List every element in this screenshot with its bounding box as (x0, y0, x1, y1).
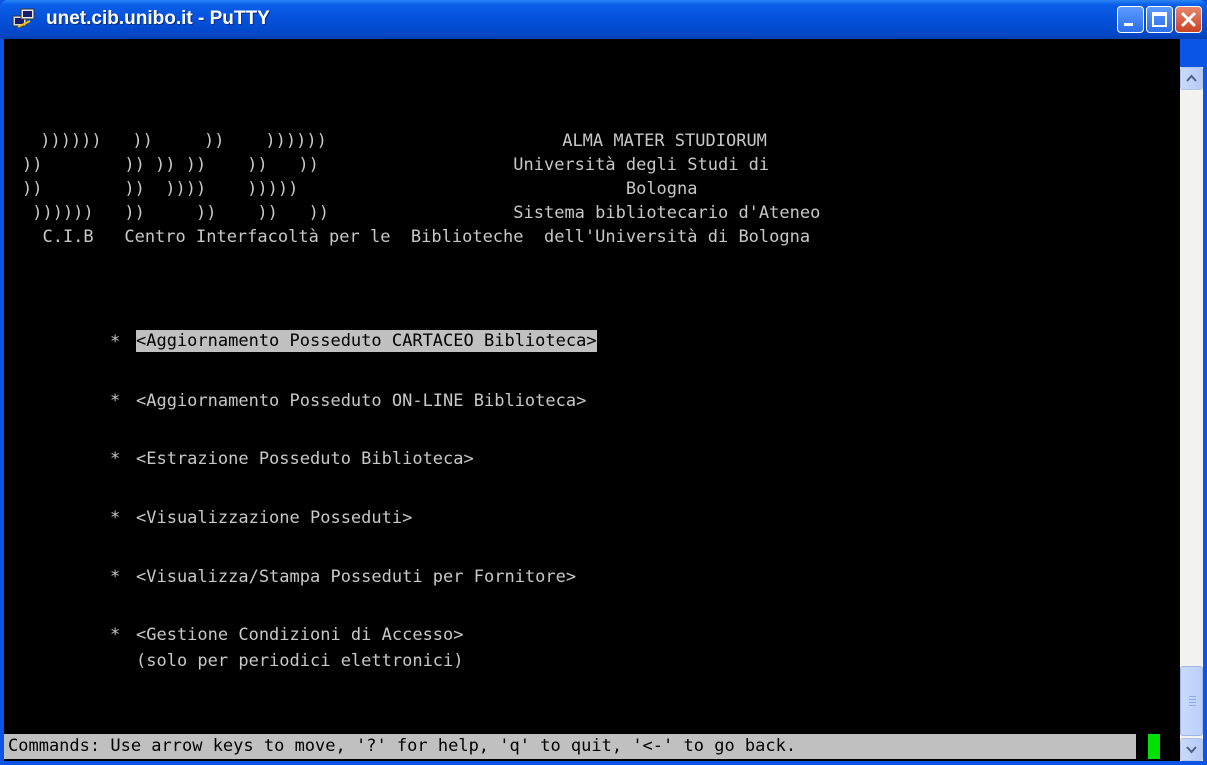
scroll-down-button[interactable] (1180, 738, 1203, 761)
banner-line: )))))) )) )) )) )) Sistema bibliotecario… (22, 203, 821, 223)
menu-item-estrazione[interactable]: <Estrazione Posseduto Biblioteca> (136, 449, 474, 469)
menu-bullet: * (110, 449, 121, 469)
menu-item-note: (solo per periodici elettronici) (136, 651, 464, 671)
menu-item-fornitore[interactable]: <Visualizza/Stampa Posseduti per Fornito… (136, 567, 576, 587)
menu-item-visualizzazione[interactable]: <Visualizzazione Posseduti> (136, 508, 412, 528)
menu-item-cartaceo[interactable]: <Aggiornamento Posseduto CARTACEO Biblio… (136, 330, 597, 352)
menu-bullet: * (110, 391, 121, 411)
minimize-icon (1124, 23, 1133, 26)
banner-line: )) )) )))) ))))) Bologna (22, 179, 698, 199)
chevron-up-icon (1186, 74, 1197, 82)
menu-bullet: * (110, 332, 121, 352)
banner-line: )))))) )) )) )))))) ALMA MATER STUDIORUM (30, 131, 767, 151)
menu-item-condizioni[interactable]: <Gestione Condizioni di Accesso> (136, 625, 464, 645)
menu-bullet: * (110, 625, 121, 645)
maximize-button[interactable] (1146, 6, 1173, 33)
maximize-icon (1152, 12, 1167, 27)
window-title: unet.cib.unibo.it - PuTTY (46, 8, 270, 29)
banner-line: )) )) )) )) )) )) Università degli Studi… (22, 155, 770, 175)
banner-line: C.I.B Centro Interfacoltà per le Bibliot… (22, 227, 811, 247)
vertical-scrollbar[interactable] (1180, 67, 1203, 761)
scroll-up-button[interactable] (1180, 67, 1203, 90)
close-icon (1181, 12, 1196, 27)
status-bar: Commands: Use arrow keys to move, '?' fo… (4, 734, 1136, 759)
menu-bullet: * (110, 508, 121, 528)
putty-window: unet.cib.unibo.it - PuTTY )))))) )) )) )… (0, 0, 1207, 765)
scrollbar-thumb[interactable] (1180, 666, 1203, 736)
terminal-cursor (1148, 734, 1160, 759)
title-bar[interactable]: unet.cib.unibo.it - PuTTY (0, 0, 1207, 39)
minimize-button[interactable] (1117, 6, 1144, 33)
chevron-down-icon (1186, 746, 1197, 754)
close-button[interactable] (1175, 6, 1202, 33)
putty-terminal-icon[interactable] (12, 7, 36, 31)
menu-item-online[interactable]: <Aggiornamento Posseduto ON-LINE Bibliot… (136, 391, 586, 411)
terminal-screen[interactable]: )))))) )) )) )))))) ALMA MATER STUDIORUM… (4, 39, 1180, 761)
menu-bullet: * (110, 567, 121, 587)
